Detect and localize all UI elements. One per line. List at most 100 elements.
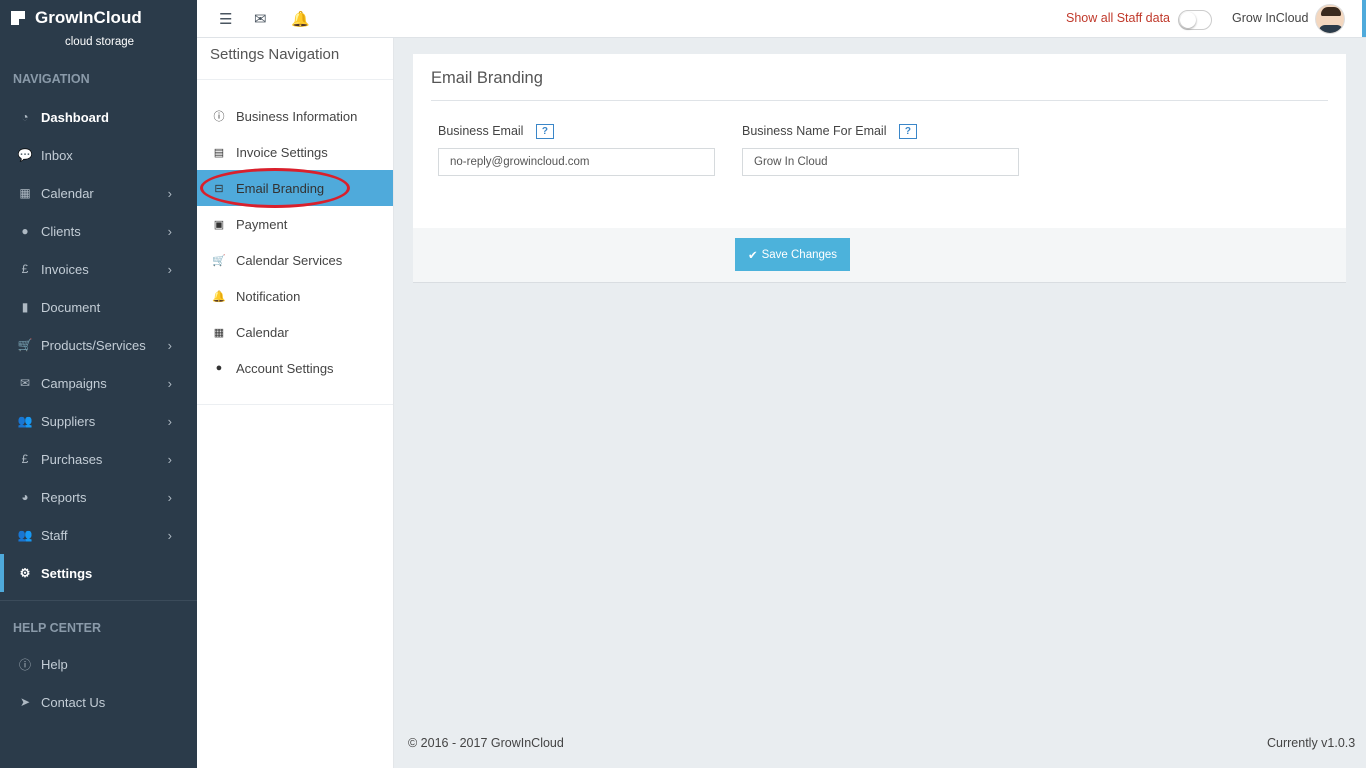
sidebar-item-settings[interactable]: ⚙ Settings xyxy=(0,554,197,592)
sidebar-item-products-services[interactable]: 🛒 Products/Services › xyxy=(0,326,197,364)
help-tooltip-icon[interactable]: ? xyxy=(535,124,554,140)
inbox-icon: ⊟ xyxy=(214,182,224,195)
sidebar-item-purchases[interactable]: £ Purchases › xyxy=(0,440,197,478)
sidebar-item-label: Settings xyxy=(41,565,93,581)
users-icon: 👥 xyxy=(17,528,33,542)
paper-plane-icon: ➤ xyxy=(19,695,31,709)
business-email-group: Business Email ? xyxy=(438,124,715,176)
brand-name: GrowInCloud xyxy=(35,8,142,27)
staff-data-toggle[interactable] xyxy=(1178,10,1212,30)
pound-icon: £ xyxy=(21,262,29,276)
sidebar-item-inbox[interactable]: 💬 Inbox xyxy=(0,136,197,174)
settings-item-account-settings[interactable]: ● Account Settings xyxy=(197,350,393,386)
sidebar-item-clients[interactable]: ● Clients › xyxy=(0,212,197,250)
sidebar-item-label: Document xyxy=(41,299,101,315)
business-name-field[interactable] xyxy=(742,148,1019,176)
help-tooltip-icon[interactable]: ? xyxy=(898,124,917,140)
card-divider xyxy=(431,100,1328,101)
sidebar-item-label: Help xyxy=(41,656,68,672)
business-name-group: Business Name For Email ? xyxy=(742,124,1019,176)
settings-item-email-branding[interactable]: ⊟ Email Branding xyxy=(197,168,393,208)
sidebar-item-staff[interactable]: 👥 Staff › xyxy=(0,516,197,554)
calendar-icon: ▦ xyxy=(213,326,225,339)
brand: GrowInCloud cloud storage xyxy=(0,0,197,60)
settings-item-invoice-settings[interactable]: ▤ Invoice Settings xyxy=(197,134,393,170)
sidebar-item-label: Suppliers xyxy=(41,413,96,429)
settings-item-calendar[interactable]: ▦ Calendar xyxy=(197,314,393,350)
info-circle-icon: ⓘ xyxy=(213,111,225,123)
brand-subtitle: cloud storage xyxy=(65,36,135,48)
sidebar-item-label: Campaigns xyxy=(41,375,107,391)
settings-item-label: Calendar Services xyxy=(236,252,343,268)
file-icon: ▮ xyxy=(21,300,29,314)
chevron-right-icon: › xyxy=(167,337,172,353)
gear-icon: ⚙ xyxy=(19,566,31,580)
envelope-icon[interactable]: ✉ xyxy=(254,10,267,28)
top-accent-bar xyxy=(1362,0,1366,37)
settings-item-label: Business Information xyxy=(236,108,358,124)
dashboard-icon: ◔ xyxy=(21,110,29,124)
sidebar-item-label: Reports xyxy=(41,489,87,505)
sidebar-item-help[interactable]: ⓘ Help xyxy=(0,645,197,683)
cart-icon: 🛒 xyxy=(17,338,33,352)
settings-item-label: Notification xyxy=(236,288,301,304)
file-text-icon: ▤ xyxy=(213,146,225,159)
sidebar-item-label: Inbox xyxy=(41,147,73,163)
chevron-right-icon: › xyxy=(167,375,172,391)
card-footer: ✔ Save Changes xyxy=(413,228,1346,282)
sidebar-item-reports[interactable]: ◕ Reports › xyxy=(0,478,197,516)
calendar-icon: ▦ xyxy=(19,186,31,200)
cart-icon: 🛒 xyxy=(212,254,226,267)
business-email-field[interactable] xyxy=(438,148,715,176)
sidebar-item-suppliers[interactable]: 👥 Suppliers › xyxy=(0,402,197,440)
help-center-heading: HELP CENTER xyxy=(13,621,101,635)
version-text: Currently v1.0.3 xyxy=(1267,736,1356,750)
sidebar-item-invoices[interactable]: £ Invoices › xyxy=(0,250,197,288)
pie-chart-icon: ◕ xyxy=(21,490,29,504)
chevron-right-icon: › xyxy=(167,185,172,201)
user-icon: ● xyxy=(215,362,223,374)
sidebar-item-label: Contact Us xyxy=(41,694,106,710)
chevron-right-icon: › xyxy=(167,413,172,429)
money-icon: ▣ xyxy=(213,218,225,231)
chevron-right-icon: › xyxy=(167,451,172,467)
check-icon: ✔ xyxy=(747,249,758,262)
navigation-heading: NAVIGATION xyxy=(13,72,90,86)
sidebar-item-label: Invoices xyxy=(41,261,89,277)
top-bar: ☰ ✉ 🔔 Show all Staff data Grow InCloud xyxy=(197,0,1366,38)
settings-navigation-title: Settings Navigation xyxy=(197,38,393,80)
sidebar-item-document[interactable]: ▮ Document xyxy=(0,288,197,326)
chevron-right-icon: › xyxy=(167,223,172,239)
main-sidebar: GrowInCloud cloud storage NAVIGATION ◔ D… xyxy=(0,0,197,768)
business-email-label: Business Email ? xyxy=(438,124,715,148)
user-icon: ● xyxy=(21,224,29,238)
chevron-right-icon: › xyxy=(167,489,172,505)
copyright-text: © 2016 - 2017 GrowInCloud xyxy=(408,736,564,750)
settings-item-notification[interactable]: 🔔 Notification xyxy=(197,278,393,314)
card-title: Email Branding xyxy=(431,69,543,87)
settings-item-payment[interactable]: ▣ Payment xyxy=(197,206,393,242)
sidebar-item-contact-us[interactable]: ➤ Contact Us xyxy=(0,683,197,721)
sidebar-item-campaigns[interactable]: ✉ Campaigns › xyxy=(0,364,197,402)
settings-item-business-information[interactable]: ⓘ Business Information xyxy=(197,98,393,134)
save-changes-button[interactable]: ✔ Save Changes xyxy=(735,238,850,271)
sidebar-item-label: Products/Services xyxy=(41,337,146,353)
pound-icon: £ xyxy=(21,452,29,466)
settings-navigation: Settings Navigation ⓘ Business Informati… xyxy=(197,38,394,768)
user-name[interactable]: Grow InCloud xyxy=(1232,11,1308,25)
sidebar-item-label: Staff xyxy=(41,527,68,543)
save-changes-label: Save Changes xyxy=(761,248,838,261)
menu-icon[interactable]: ☰ xyxy=(219,10,232,28)
settings-item-label: Payment xyxy=(236,216,288,232)
avatar[interactable] xyxy=(1315,4,1345,34)
settings-item-calendar-services[interactable]: 🛒 Calendar Services xyxy=(197,242,393,278)
sidebar-item-dashboard[interactable]: ◔ Dashboard xyxy=(0,98,197,136)
bell-icon[interactable]: 🔔 xyxy=(291,10,310,28)
users-icon: 👥 xyxy=(17,414,33,428)
sidebar-item-label: Dashboard xyxy=(41,109,109,125)
chevron-right-icon: › xyxy=(167,527,172,543)
settings-item-label: Account Settings xyxy=(236,360,334,376)
sidebar-item-label: Clients xyxy=(41,223,81,239)
sidebar-item-calendar[interactable]: ▦ Calendar › xyxy=(0,174,197,212)
sidebar-item-label: Calendar xyxy=(41,185,94,201)
